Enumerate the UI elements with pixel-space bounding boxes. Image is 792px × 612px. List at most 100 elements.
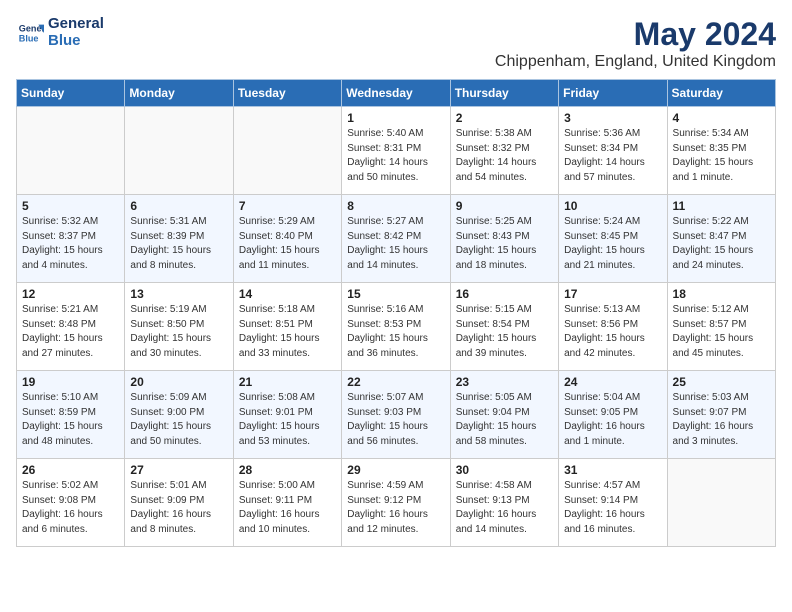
day-number: 22 (347, 375, 444, 389)
day-info: Sunrise: 5:21 AM Sunset: 8:48 PM Dayligh… (22, 303, 119, 361)
month-title: May 2024 (495, 16, 776, 53)
calendar-cell: 2 Sunrise: 5:38 AM Sunset: 8:32 PM Daylig… (450, 107, 558, 195)
calendar-cell: 10 Sunrise: 5:24 AM Sunset: 8:45 PM Dayli… (559, 195, 667, 283)
day-info: Sunrise: 5:34 AM Sunset: 8:35 PM Dayligh… (673, 127, 770, 185)
logo-line1: General (48, 16, 104, 33)
day-number: 11 (673, 199, 770, 213)
calendar-cell: 4 Sunrise: 5:34 AM Sunset: 8:35 PM Daylig… (667, 107, 775, 195)
week-row-4: 19 Sunrise: 5:10 AM Sunset: 8:59 PM Dayli… (17, 371, 776, 459)
calendar-cell: 27Sunrise: 5:01 AM Sunset: 9:09 PM Dayli… (125, 459, 233, 547)
calendar-cell: 31Sunrise: 4:57 AM Sunset: 9:14 PM Dayli… (559, 459, 667, 547)
header-saturday: Saturday (667, 80, 775, 107)
calendar-table: SundayMondayTuesdayWednesdayThursdayFrid… (16, 79, 776, 547)
day-number: 4 (673, 111, 770, 125)
calendar-cell: 20Sunrise: 5:09 AM Sunset: 9:00 PM Dayli… (125, 371, 233, 459)
calendar-cell: 28Sunrise: 5:00 AM Sunset: 9:11 PM Dayli… (233, 459, 341, 547)
calendar-cell: 13 Sunrise: 5:19 AM Sunset: 8:50 PM Dayli… (125, 283, 233, 371)
calendar-cell: 8 Sunrise: 5:27 AM Sunset: 8:42 PM Daylig… (342, 195, 450, 283)
location-title: Chippenham, England, United Kingdom (495, 53, 776, 71)
day-number: 29 (347, 463, 444, 477)
day-number: 5 (22, 199, 119, 213)
calendar-cell: 5 Sunrise: 5:32 AM Sunset: 8:37 PM Daylig… (17, 195, 125, 283)
day-info: Sunrise: 5:32 AM Sunset: 8:37 PM Dayligh… (22, 215, 119, 273)
header-friday: Friday (559, 80, 667, 107)
day-info: Sunrise: 5:29 AM Sunset: 8:40 PM Dayligh… (239, 215, 336, 273)
week-row-5: 26Sunrise: 5:02 AM Sunset: 9:08 PM Dayli… (17, 459, 776, 547)
week-row-2: 5 Sunrise: 5:32 AM Sunset: 8:37 PM Daylig… (17, 195, 776, 283)
day-info: Sunrise: 5:19 AM Sunset: 8:50 PM Dayligh… (130, 303, 227, 361)
day-info: Sunrise: 5:00 AM Sunset: 9:11 PM Dayligh… (239, 479, 336, 537)
day-info: Sunrise: 5:15 AM Sunset: 8:54 PM Dayligh… (456, 303, 553, 361)
day-info: Sunrise: 5:22 AM Sunset: 8:47 PM Dayligh… (673, 215, 770, 273)
calendar-cell: 15Sunrise: 5:16 AM Sunset: 8:53 PM Dayli… (342, 283, 450, 371)
calendar-cell (233, 107, 341, 195)
calendar-cell: 14Sunrise: 5:18 AM Sunset: 8:51 PM Dayli… (233, 283, 341, 371)
title-block: May 2024 Chippenham, England, United Kin… (495, 16, 776, 71)
day-number: 8 (347, 199, 444, 213)
calendar-cell: 16 Sunrise: 5:15 AM Sunset: 8:54 PM Dayli… (450, 283, 558, 371)
day-number: 1 (347, 111, 444, 125)
day-info: Sunrise: 5:05 AM Sunset: 9:04 PM Dayligh… (456, 391, 553, 449)
day-info: Sunrise: 5:04 AM Sunset: 9:05 PM Dayligh… (564, 391, 661, 449)
day-info: Sunrise: 5:38 AM Sunset: 8:32 PM Dayligh… (456, 127, 553, 185)
calendar-cell: 6 Sunrise: 5:31 AM Sunset: 8:39 PM Daylig… (125, 195, 233, 283)
header-monday: Monday (125, 80, 233, 107)
calendar-cell: 23 Sunrise: 5:05 AM Sunset: 9:04 PM Dayli… (450, 371, 558, 459)
week-row-3: 12 Sunrise: 5:21 AM Sunset: 8:48 PM Dayli… (17, 283, 776, 371)
day-info: Sunrise: 5:03 AM Sunset: 9:07 PM Dayligh… (673, 391, 770, 449)
logo-line2: Blue (48, 33, 104, 50)
calendar-cell (667, 459, 775, 547)
calendar-cell: 19 Sunrise: 5:10 AM Sunset: 8:59 PM Dayli… (17, 371, 125, 459)
day-number: 16 (456, 287, 553, 301)
calendar-cell: 11 Sunrise: 5:22 AM Sunset: 8:47 PM Dayli… (667, 195, 775, 283)
day-number: 21 (239, 375, 336, 389)
calendar-cell: 17 Sunrise: 5:13 AM Sunset: 8:56 PM Dayli… (559, 283, 667, 371)
day-info: Sunrise: 5:16 AM Sunset: 8:53 PM Dayligh… (347, 303, 444, 361)
day-info: Sunrise: 5:08 AM Sunset: 9:01 PM Dayligh… (239, 391, 336, 449)
calendar-cell (17, 107, 125, 195)
logo: General Blue General Blue (16, 16, 104, 49)
day-info: Sunrise: 5:36 AM Sunset: 8:34 PM Dayligh… (564, 127, 661, 185)
calendar-cell: 9Sunrise: 5:25 AM Sunset: 8:43 PM Daylig… (450, 195, 558, 283)
calendar-cell: 18Sunrise: 5:12 AM Sunset: 8:57 PM Dayli… (667, 283, 775, 371)
calendar-cell: 22 Sunrise: 5:07 AM Sunset: 9:03 PM Dayli… (342, 371, 450, 459)
calendar-cell (125, 107, 233, 195)
day-number: 19 (22, 375, 119, 389)
day-number: 2 (456, 111, 553, 125)
day-info: Sunrise: 5:07 AM Sunset: 9:03 PM Dayligh… (347, 391, 444, 449)
calendar-cell: 21 Sunrise: 5:08 AM Sunset: 9:01 PM Dayli… (233, 371, 341, 459)
day-number: 13 (130, 287, 227, 301)
day-number: 18 (673, 287, 770, 301)
header-sunday: Sunday (17, 80, 125, 107)
day-info: Sunrise: 5:02 AM Sunset: 9:08 PM Dayligh… (22, 479, 119, 537)
day-info: Sunrise: 5:18 AM Sunset: 8:51 PM Dayligh… (239, 303, 336, 361)
day-number: 9 (456, 199, 553, 213)
day-number: 3 (564, 111, 661, 125)
day-info: Sunrise: 5:01 AM Sunset: 9:09 PM Dayligh… (130, 479, 227, 537)
day-number: 24 (564, 375, 661, 389)
day-number: 30 (456, 463, 553, 477)
header-thursday: Thursday (450, 80, 558, 107)
calendar-cell: 1Sunrise: 5:40 AM Sunset: 8:31 PM Daylig… (342, 107, 450, 195)
calendar-cell: 30 Sunrise: 4:58 AM Sunset: 9:13 PM Dayli… (450, 459, 558, 547)
day-number: 6 (130, 199, 227, 213)
day-number: 10 (564, 199, 661, 213)
day-info: Sunrise: 5:24 AM Sunset: 8:45 PM Dayligh… (564, 215, 661, 273)
svg-text:Blue: Blue (19, 33, 39, 43)
day-number: 17 (564, 287, 661, 301)
day-number: 25 (673, 375, 770, 389)
day-info: Sunrise: 5:27 AM Sunset: 8:42 PM Dayligh… (347, 215, 444, 273)
calendar-cell: 24 Sunrise: 5:04 AM Sunset: 9:05 PM Dayli… (559, 371, 667, 459)
day-info: Sunrise: 4:58 AM Sunset: 9:13 PM Dayligh… (456, 479, 553, 537)
calendar-cell: 7Sunrise: 5:29 AM Sunset: 8:40 PM Daylig… (233, 195, 341, 283)
day-info: Sunrise: 4:59 AM Sunset: 9:12 PM Dayligh… (347, 479, 444, 537)
day-number: 31 (564, 463, 661, 477)
day-number: 23 (456, 375, 553, 389)
day-info: Sunrise: 5:13 AM Sunset: 8:56 PM Dayligh… (564, 303, 661, 361)
day-info: Sunrise: 5:31 AM Sunset: 8:39 PM Dayligh… (130, 215, 227, 273)
day-number: 20 (130, 375, 227, 389)
day-info: Sunrise: 5:10 AM Sunset: 8:59 PM Dayligh… (22, 391, 119, 449)
header-row: SundayMondayTuesdayWednesdayThursdayFrid… (17, 80, 776, 107)
day-number: 12 (22, 287, 119, 301)
calendar-cell: 25 Sunrise: 5:03 AM Sunset: 9:07 PM Dayli… (667, 371, 775, 459)
